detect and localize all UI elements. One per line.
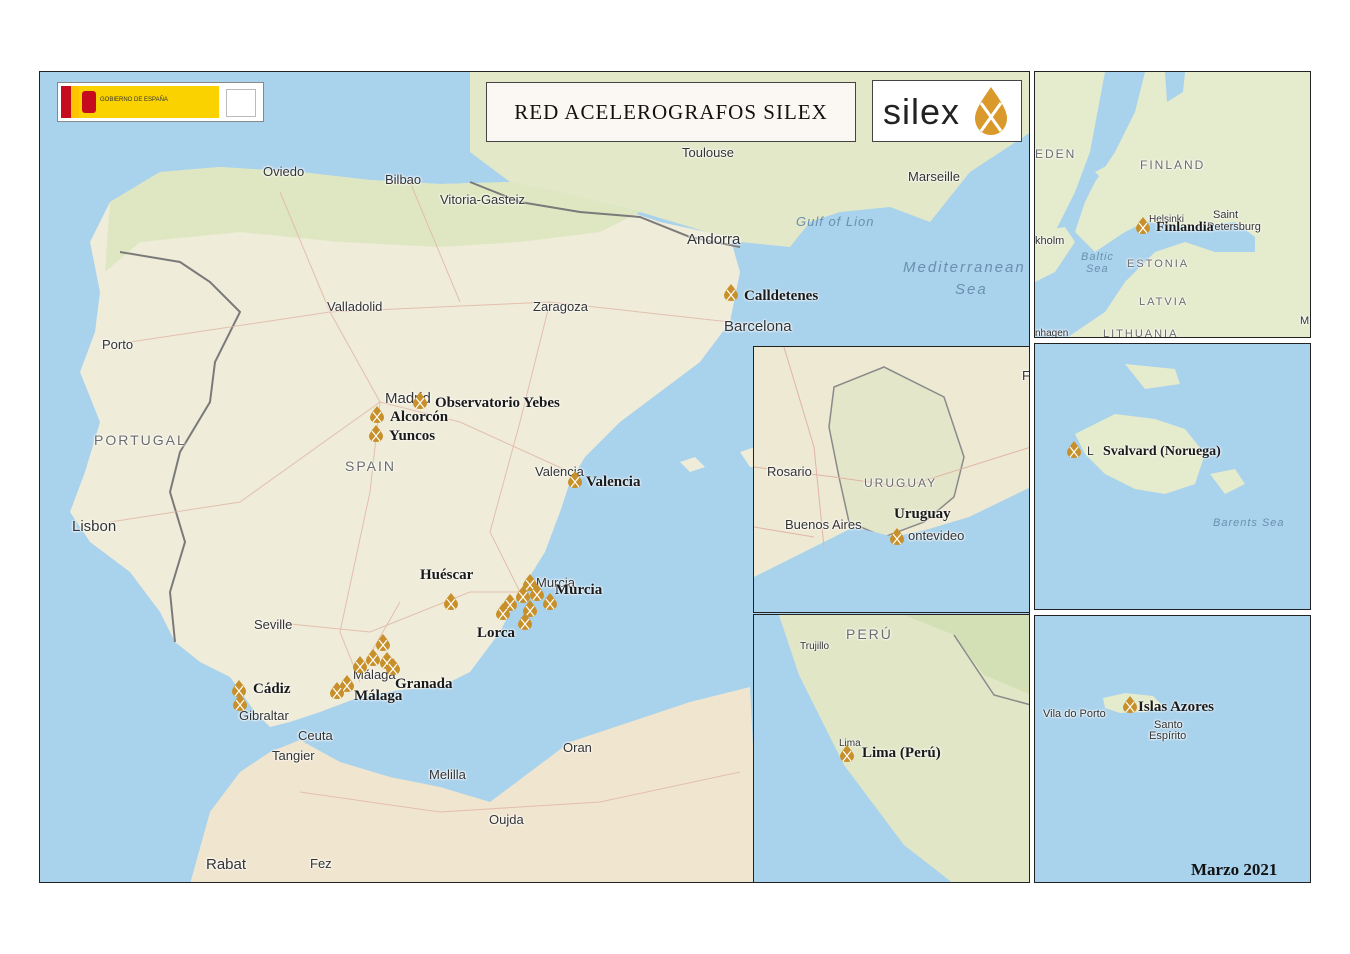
- station-label-huescar: Huéscar: [420, 567, 474, 583]
- sea-baltic-sea: Sea: [1086, 263, 1109, 275]
- country-lithuania: LITHUANIA: [1103, 328, 1179, 338]
- station-label-yuncos: Yuncos: [389, 428, 436, 444]
- city-barcelona: Barcelona: [724, 318, 792, 335]
- station-marker[interactable]: [386, 658, 400, 675]
- city-fez: Fez: [310, 856, 332, 871]
- city-buenos-aires: Buenos Aires: [785, 517, 862, 532]
- station-marker[interactable]: [890, 528, 904, 545]
- city-rosario: Rosario: [767, 464, 812, 479]
- inset-azores[interactable]: Vila do Porto Santo Espírito Islas Azore…: [1034, 615, 1311, 883]
- city-trujillo: Trujillo: [800, 641, 830, 652]
- city-tangier: Tangier: [272, 748, 315, 763]
- country-spain: SPAIN: [345, 458, 396, 474]
- city-saint: Saint: [1213, 209, 1239, 221]
- station-marker[interactable]: [568, 471, 582, 488]
- inset-svalbard[interactable]: Barents Sea L Svalvard (Noruega): [1034, 343, 1311, 610]
- map-title: RED ACELEROGRAFOS SILEX: [486, 82, 856, 142]
- city-montevideo: ontevideo: [908, 528, 965, 543]
- inset-finland[interactable]: FINLAND EDEN Saint Petersburg Helsinki k…: [1034, 71, 1311, 338]
- station-marker[interactable]: [1123, 696, 1137, 713]
- city-petersburg: Petersburg: [1207, 221, 1261, 233]
- station-label-azores: Islas Azores: [1138, 699, 1214, 715]
- map-date: Marzo 2021: [1191, 860, 1278, 879]
- city-vitoria: Vitoria-Gasteiz: [440, 192, 526, 207]
- country-finland: FINLAND: [1140, 158, 1206, 172]
- station-label-malaga: Málaga: [354, 688, 403, 704]
- country-estonia: ESTONIA: [1127, 258, 1190, 270]
- city-rabat: Rabat: [206, 856, 247, 873]
- station-marker[interactable]: [370, 406, 384, 423]
- city-ceuta: Ceuta: [298, 728, 333, 743]
- government-name: GOBIERNO DE ESPAÑA: [100, 97, 168, 103]
- city-melilla: Melilla: [429, 767, 466, 782]
- country-latvia: LATVIA: [1139, 296, 1189, 308]
- city-porto: Porto: [102, 337, 134, 352]
- city-andorra: Andorra: [687, 231, 741, 248]
- station-label-murcia: Murcia: [555, 582, 603, 598]
- city-seville: Seville: [254, 617, 293, 632]
- city-toulouse: Toulouse: [682, 145, 735, 160]
- sea-barents: Barents Sea: [1213, 517, 1285, 529]
- station-label-cadiz: Cádiz: [253, 681, 291, 697]
- station-label-granada: Granada: [395, 676, 453, 692]
- station-marker[interactable]: [233, 694, 247, 711]
- station-marker[interactable]: [840, 745, 854, 762]
- station-marker[interactable]: [530, 584, 544, 601]
- city-stockholm: kholm: [1035, 235, 1065, 247]
- station-label-finlandia: Finlandia: [1156, 220, 1214, 235]
- city-lisbon: Lisbon: [72, 518, 117, 535]
- station-marker[interactable]: [1067, 441, 1081, 458]
- country-uruguay: URUGUAY: [864, 476, 938, 490]
- station-marker[interactable]: [366, 649, 380, 666]
- city-oviedo: Oviedo: [263, 164, 305, 179]
- station-label-valencia: Valencia: [586, 474, 641, 490]
- inset-uruguay[interactable]: Rosario URUGUAY Buenos Aires ontevideo F…: [753, 346, 1030, 613]
- station-marker[interactable]: [444, 593, 458, 610]
- station-marker[interactable]: [353, 656, 367, 673]
- city-longyearbyen: L: [1087, 444, 1094, 458]
- city-vila-do-porto: Vila do Porto: [1043, 708, 1106, 720]
- city-f: F: [1022, 368, 1030, 383]
- city-copenhagen: nhagen: [1035, 328, 1069, 338]
- silex-wordmark: silex: [883, 91, 961, 132]
- city-bilbao: Bilbao: [385, 172, 422, 187]
- station-label-yebes: Observatorio Yebes: [435, 395, 560, 411]
- city-zaragoza: Zaragoza: [533, 299, 588, 314]
- station-marker[interactable]: [724, 284, 738, 301]
- city-marseille: Marseille: [908, 169, 961, 184]
- station-label-svalbard: Svalvard (Noruega): [1103, 444, 1221, 459]
- city-oujda: Oujda: [489, 812, 524, 827]
- station-marker[interactable]: [369, 425, 383, 442]
- city-oran: Oran: [563, 740, 592, 755]
- station-marker[interactable]: [413, 392, 427, 409]
- station-marker[interactable]: [496, 603, 510, 620]
- sea-sea: Sea: [955, 281, 988, 298]
- city-m: M: [1300, 315, 1310, 327]
- station-label-lima: Lima (Perú): [862, 745, 941, 761]
- silex-drop-icon: [975, 87, 1007, 135]
- silex-logo: silex: [872, 80, 1022, 142]
- city-valladolid: Valladolid: [327, 299, 383, 314]
- country-portugal: PORTUGAL: [94, 432, 187, 448]
- sea-baltic: Baltic: [1081, 251, 1114, 263]
- country-sweden: EDEN: [1035, 147, 1077, 161]
- station-marker[interactable]: [330, 682, 344, 699]
- government-logo: GOBIERNO DE ESPAÑA: [57, 82, 264, 122]
- station-label-lorca: Lorca: [477, 625, 516, 641]
- sea-mediterranean: Mediterranean: [903, 259, 1026, 276]
- station-label-alcorcon: Alcorcón: [390, 409, 449, 425]
- station-label-calldetenes: Calldetenes: [744, 288, 819, 304]
- city-espirito: Espírito: [1149, 730, 1187, 742]
- station-marker[interactable]: [518, 613, 532, 630]
- sea-gulf-of-lion: Gulf of Lion: [796, 214, 875, 229]
- inset-peru[interactable]: PERÚ Trujillo Lima Lima (Perú): [753, 614, 1030, 883]
- station-marker[interactable]: [1136, 217, 1150, 234]
- station-label-uruguay: Uruguay: [894, 506, 951, 522]
- country-peru: PERÚ: [846, 626, 893, 642]
